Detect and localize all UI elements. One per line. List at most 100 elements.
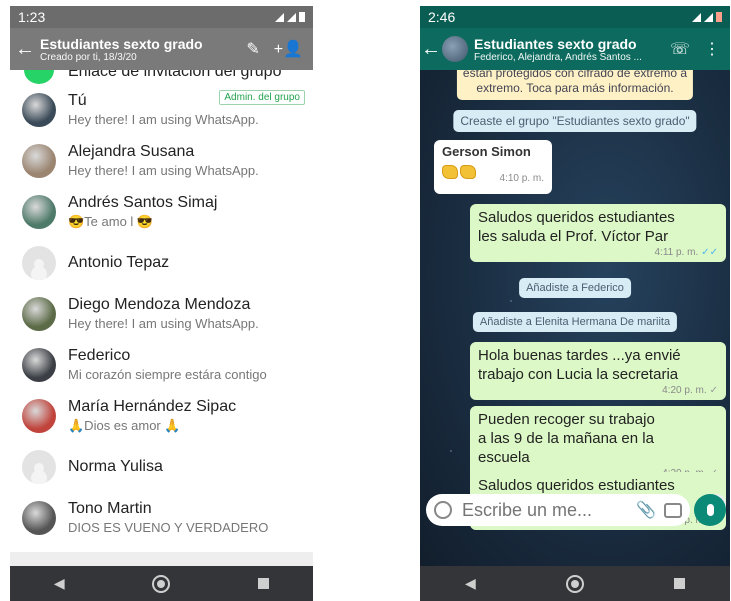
encryption-notice-line2: extremo. Toca para más información. [476,81,674,95]
status-time: 1:23 [18,9,46,25]
mic-icon[interactable] [694,494,726,526]
invite-link-row[interactable]: Enlace de invitación del grupo [10,70,313,84]
message-time: 4:11 p. m. ✓✓ [478,247,719,258]
participant-name: Antonio Tepaz [68,253,170,271]
participant-list: Tú Hey there! I am using WhatsApp. Admin. … [10,84,313,543]
signal-icon-2 [287,12,296,22]
outgoing-message[interactable]: Saludos queridos estudiantes les saluda e… [470,204,726,262]
nav-back-icon[interactable]: ◀ [465,575,476,592]
default-avatar-icon[interactable] [22,449,56,484]
chat-title: Estudiantes sexto grado [474,35,637,52]
admin-badge: Admin. del grupo [219,90,305,105]
participant-row[interactable]: Norma Yulisa [10,441,313,492]
list-end-band [10,552,313,566]
outgoing-message[interactable]: Hola buenas tardes ...ya envié trabajo co… [470,342,726,400]
attach-clip-icon[interactable]: 📎 [636,500,656,520]
emoji-icon[interactable] [434,501,452,519]
participant-row[interactable]: Diego Mendoza Mendoza Hey there! I am usi… [10,288,313,339]
message-text-line3: escuela [478,449,530,466]
group-avatar[interactable] [442,36,468,62]
edit-pencil-icon[interactable]: ✎ [246,39,259,59]
read-receipt-icon: ✓✓ [701,247,718,258]
message-time-text: 4:20 p. m. [662,385,707,396]
added-federico-notice: Añadiste a Federico [519,278,631,298]
avatar[interactable] [22,92,56,127]
status-bar: 2:46 [420,6,730,28]
encryption-notice[interactable]: están protegidos con cifrado de extremo … [456,70,694,100]
participant-name: Diego Mendoza Mendoza [68,296,251,313]
group-info-header: ← Estudiantes sexto grado Creado por ti,… [10,28,313,70]
participant-status: Mi corazón siempre estára contigo [68,367,267,382]
add-participant-icon[interactable]: +👤 [274,39,303,59]
encryption-notice-line1: están protegidos con cifrado de extremo … [462,70,688,80]
message-text-line2: a las 9 de la mañana en la [478,430,654,447]
nav-home-icon[interactable] [565,574,584,593]
participant-name: María Hernández Sipac [68,397,237,415]
link-icon [24,70,54,84]
status-icons [275,12,305,22]
chat-area[interactable]: están protegidos con cifrado de extremo … [420,70,730,566]
group-title: Estudiantes sexto grado [40,35,203,52]
more-options-icon[interactable]: ⋮ [704,39,720,59]
participant-name: Federico [68,347,131,364]
group-chat-screen: 2:46 ← Estudiantes sexto grado Federico,… [420,6,730,601]
participant-row[interactable]: Antonio Tepaz [10,237,313,288]
avatar[interactable] [22,194,56,229]
participant-name: Tono Martin [68,500,152,517]
participant-row[interactable]: Alejandra Susana Hey there! I am using Wh… [10,135,313,186]
message-input[interactable] [460,498,629,522]
chat-header[interactable]: ← Estudiantes sexto grado Federico, Alej… [420,28,730,70]
participant-status: DIOS ES VUENO Y VERDADERO [68,520,269,535]
message-text-line1: Pueden recoger su trabajo [478,411,655,428]
message-time-text: 4:11 p. m. [654,247,699,258]
nav-recents-icon[interactable] [258,578,270,589]
signal-icon-2 [704,12,713,22]
participant-status: 🙏Dios es amor 🙏 [68,417,181,433]
add-call-icon[interactable]: ☏ [670,39,690,59]
avatar[interactable] [22,398,56,433]
message-time: 4:10 p. m. [499,173,544,184]
nav-recents-icon[interactable] [673,578,685,589]
status-icons [692,12,722,22]
battery-icon [716,12,722,22]
avatar[interactable] [22,143,56,178]
android-nav-bar: ◀ [420,566,730,601]
chat-members-subtitle: Federico, Alejandra, Andrés Santos ... [474,51,642,63]
message-time: 4:20 p. m.✓ [478,385,718,396]
group-info-screen: 1:23 ← Estudiantes sexto grado Creado po… [10,6,313,601]
back-arrow-icon[interactable]: ← [10,38,40,61]
camera-icon[interactable] [664,502,682,518]
battery-icon [299,12,305,22]
participant-row[interactable]: Tú Hey there! I am using WhatsApp. Admin. … [10,84,313,135]
message-text-line1: Hola buenas tardes ...ya envié [478,347,681,364]
signal-icon [275,12,284,22]
message-composer[interactable]: 📎 [426,494,690,526]
participant-row[interactable]: Andrés Santos Simaj 😎Te amo l 😎 [10,186,313,237]
invite-link-label: Enlace de invitación del grupo [68,70,282,80]
participant-name: Andrés Santos Simaj [68,193,218,211]
nav-back-icon[interactable]: ◀ [54,575,65,592]
participant-status: Hey there! I am using WhatsApp. [68,112,259,127]
message-text-line2: trabajo con Lucia la secretaria [478,366,679,383]
sender-name: Gerson Simon [442,144,531,159]
avatar[interactable] [22,500,56,535]
nav-home-icon[interactable] [152,574,171,593]
participant-status: Hey there! I am using WhatsApp. [68,316,259,331]
avatar[interactable] [22,347,56,382]
group-created-notice: Creaste el grupo "Estudiantes sexto grad… [453,110,697,132]
participant-row[interactable]: Tono Martin DIOS ES VUENO Y VERDADERO [10,492,313,543]
default-avatar-icon[interactable] [22,245,56,280]
incoming-message[interactable]: Gerson Simon 4:10 p. m. [434,140,552,194]
back-arrow-icon[interactable]: ← [420,38,442,61]
participant-row[interactable]: María Hernández Sipac 🙏Dios es amor 🙏 [10,390,313,441]
participant-name: Norma Yulisa [68,457,163,475]
participant-name: Alejandra Susana [68,143,195,160]
status-time: 2:46 [428,9,456,25]
group-created-subtitle: Creado por ti, 18/3/20 [40,51,137,63]
avatar[interactable] [22,296,56,331]
message-text-line1: Saludos queridos estudiantes [478,477,675,494]
signal-icon [692,12,701,22]
message-text-line2: les saluda el Prof. Víctor Par [478,228,669,245]
participant-row[interactable]: Federico Mi corazón siempre estára contig… [10,339,313,390]
status-bar: 1:23 [10,6,313,28]
